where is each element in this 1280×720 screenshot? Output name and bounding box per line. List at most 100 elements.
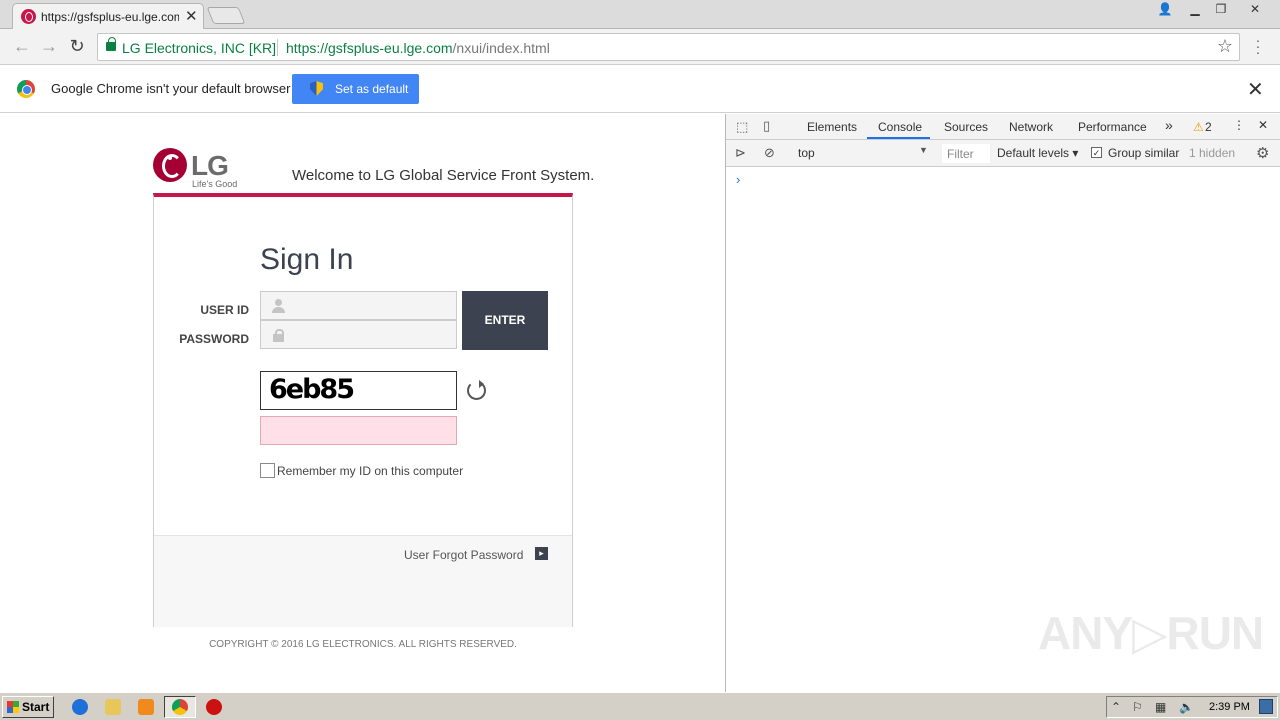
start-button[interactable]: Start bbox=[2, 696, 54, 718]
user-icon bbox=[272, 299, 285, 313]
forward-icon[interactable]: → bbox=[38, 35, 60, 57]
url-host: https://gsfsplus-eu.lge.com bbox=[286, 40, 453, 56]
lg-logo-text: LG bbox=[191, 150, 229, 181]
console-toolbar: ⊳ ⊘ top ▼ Filter Default levels ▾ ✓ Grou… bbox=[726, 140, 1280, 167]
back-icon[interactable]: ← bbox=[11, 35, 33, 57]
signin-card: Sign In USER ID PASSWORD ENTER 6eb85 Rem… bbox=[153, 193, 573, 627]
group-similar-label[interactable]: Group similar bbox=[1108, 146, 1179, 160]
tab-sources[interactable]: Sources bbox=[944, 120, 988, 134]
anyrun-watermark: ANY▷RUN bbox=[1038, 607, 1264, 659]
volume-icon[interactable]: 🔈 bbox=[1179, 700, 1194, 714]
devtools-close-icon[interactable]: ✕ bbox=[1258, 118, 1268, 132]
default-browser-infobar: Google Chrome isn't your default browser… bbox=[0, 65, 1280, 113]
captcha-text: 6eb85 bbox=[269, 374, 355, 405]
windows-flag-icon bbox=[7, 701, 19, 713]
group-similar-checkbox[interactable]: ✓ bbox=[1091, 147, 1102, 158]
omnibox-separator bbox=[277, 39, 278, 56]
secure-lock-icon bbox=[106, 37, 116, 51]
log-levels-dropdown[interactable]: Default levels ▾ bbox=[997, 146, 1078, 160]
browser-tabstrip: https://gsfsplus-eu.lge.com ✕ 👤 ▁ ❐ ✕ bbox=[0, 0, 1280, 30]
chevron-down-icon[interactable]: ▼ bbox=[919, 145, 928, 155]
taskbar-chrome-button[interactable] bbox=[164, 696, 196, 718]
bookmark-star-icon[interactable]: ☆ bbox=[1217, 36, 1233, 57]
start-label: Start bbox=[22, 700, 50, 714]
console-prompt-icon[interactable]: › bbox=[736, 172, 740, 187]
tray-expand-icon[interactable]: ⌃ bbox=[1111, 700, 1121, 714]
password-label: PASSWORD bbox=[179, 332, 249, 346]
minimize-icon[interactable]: ▁ bbox=[1183, 1, 1207, 19]
browser-tab-active[interactable]: https://gsfsplus-eu.lge.com ✕ bbox=[12, 3, 204, 30]
site-identity[interactable]: LG Electronics, INC [KR] bbox=[122, 40, 276, 56]
set-as-default-label: Set as default bbox=[335, 82, 409, 96]
infobar-close-icon[interactable]: ✕ bbox=[1247, 77, 1264, 102]
remember-id-checkbox[interactable] bbox=[260, 463, 275, 478]
enter-button[interactable]: ENTER bbox=[462, 291, 548, 350]
system-tray: ⌃ ⚐ ▦ 🔈 2:39 PM bbox=[1106, 696, 1278, 718]
hidden-count: 1 hidden bbox=[1189, 146, 1236, 160]
captcha-input[interactable] bbox=[260, 416, 457, 445]
infobar-message: Google Chrome isn't your default browser bbox=[51, 81, 291, 96]
chrome-logo-icon bbox=[17, 80, 35, 98]
tab-performance[interactable]: Performance bbox=[1078, 120, 1147, 134]
welcome-text: Welcome to LG Global Service Front Syste… bbox=[292, 167, 595, 184]
warning-count[interactable]: 2 bbox=[1205, 120, 1212, 134]
filter-placeholder: Filter bbox=[947, 147, 974, 161]
captcha-refresh-icon[interactable] bbox=[467, 380, 486, 400]
forgot-arrow-icon[interactable]: ▸ bbox=[535, 547, 548, 560]
lg-logo-icon bbox=[153, 148, 187, 182]
console-settings-gear-icon[interactable]: ⚙ bbox=[1256, 144, 1269, 162]
show-desktop-icon[interactable] bbox=[1259, 699, 1273, 714]
tab-network[interactable]: Network bbox=[1009, 120, 1053, 134]
forgot-password-link[interactable]: User Forgot Password bbox=[404, 548, 523, 562]
network-icon[interactable]: ▦ bbox=[1155, 700, 1166, 714]
action-center-flag-icon[interactable]: ⚐ bbox=[1132, 700, 1143, 714]
windows-taskbar: Start ⌃ ⚐ ▦ 🔈 2:39 PM bbox=[0, 692, 1280, 720]
inspect-element-icon[interactable]: ⬚ bbox=[736, 119, 748, 135]
user-id-input[interactable] bbox=[260, 291, 457, 320]
remember-id-label[interactable]: Remember my ID on this computer bbox=[277, 464, 463, 478]
page-title: Sign In bbox=[260, 243, 354, 276]
more-tabs-icon[interactable]: » bbox=[1165, 117, 1173, 133]
lg-slogan: Life's Good bbox=[192, 179, 238, 189]
taskbar-clock[interactable]: 2:39 PM bbox=[1209, 701, 1250, 713]
chrome-menu-icon[interactable]: · · · bbox=[1250, 33, 1266, 59]
card-footer: User Forgot Password ▸ bbox=[154, 535, 572, 627]
set-as-default-button[interactable]: Set as default bbox=[292, 74, 419, 104]
address-bar[interactable]: LG Electronics, INC [KR] https://gsfsplu… bbox=[97, 33, 1240, 61]
tab-console[interactable]: Console bbox=[878, 120, 922, 134]
window-close-icon[interactable]: ✕ bbox=[1243, 1, 1267, 19]
lock-icon bbox=[272, 328, 284, 342]
media-player-icon[interactable] bbox=[138, 699, 154, 715]
new-tab-button[interactable] bbox=[206, 7, 246, 24]
page-viewport: LG Life's Good Welcome to LG Global Serv… bbox=[0, 114, 725, 692]
device-toolbar-icon[interactable]: ▯ bbox=[763, 118, 770, 134]
tab-close-icon[interactable]: ✕ bbox=[185, 7, 198, 25]
tab-elements[interactable]: Elements bbox=[807, 120, 857, 134]
sidebar-toggle-icon[interactable]: ⊳ bbox=[735, 145, 746, 161]
captcha-image: 6eb85 bbox=[260, 371, 457, 410]
internet-explorer-icon[interactable] bbox=[72, 699, 88, 715]
user-id-label: USER ID bbox=[200, 303, 249, 317]
password-input[interactable] bbox=[260, 320, 457, 349]
url-path: /nxui/index.html bbox=[452, 40, 550, 56]
warning-icon[interactable]: ⚠ bbox=[1193, 120, 1204, 134]
devtools-tabbar: ⬚ ▯ Elements Console Sources Network Per… bbox=[726, 114, 1280, 140]
active-tab-indicator bbox=[867, 137, 930, 139]
file-explorer-icon[interactable] bbox=[105, 699, 121, 715]
devtools-menu-icon[interactable]: ⋮ bbox=[1233, 118, 1245, 132]
restore-icon[interactable]: ❐ bbox=[1209, 1, 1233, 19]
chrome-taskbar-icon bbox=[172, 699, 188, 715]
clear-console-icon[interactable]: ⊘ bbox=[764, 145, 775, 161]
browser-toolbar: ← → ↻ LG Electronics, INC [KR] https://g… bbox=[0, 29, 1280, 65]
context-select[interactable]: top bbox=[792, 143, 932, 163]
copyright-text: COPYRIGHT © 2016 LG ELECTRONICS. ALL RIG… bbox=[209, 639, 517, 650]
tab-title: https://gsfsplus-eu.lge.com bbox=[41, 10, 179, 24]
context-value: top bbox=[798, 146, 815, 160]
console-filter-input[interactable]: Filter bbox=[942, 144, 990, 163]
profile-icon[interactable]: 👤 bbox=[1153, 1, 1177, 19]
url-text[interactable]: https://gsfsplus-eu.lge.com/nxui/index.h… bbox=[286, 40, 550, 56]
lg-favicon-icon bbox=[21, 9, 36, 24]
alert-app-icon[interactable] bbox=[206, 699, 222, 715]
reload-icon[interactable]: ↻ bbox=[66, 35, 88, 57]
uac-shield-icon bbox=[310, 81, 323, 96]
